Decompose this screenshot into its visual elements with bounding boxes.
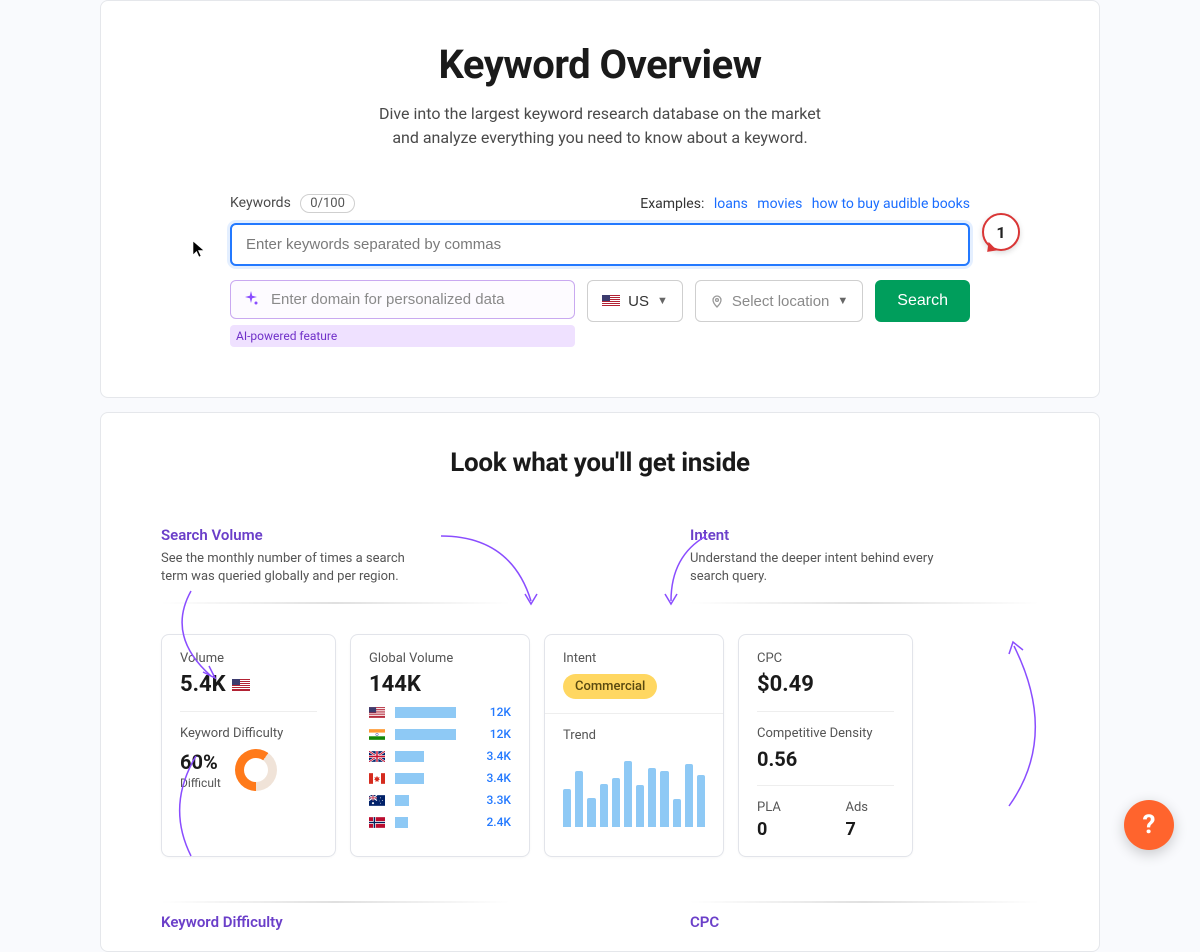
location-select[interactable]: Select location ▼ [695,280,863,322]
feature-cpc: CPC [690,885,1039,931]
trend-bar [636,785,644,827]
chevron-down-icon: ▼ [657,295,668,307]
trend-bar [600,784,608,827]
global-volume-row: 12K [369,727,511,741]
card-global-volume: Global Volume 144K 12K 12K 3.4K 3.4K 3.3… [350,634,530,857]
trend-bar [563,789,571,828]
trend-bar [685,764,693,827]
global-volume-row: 3.3K [369,793,511,807]
global-volume-row: 3.4K [369,749,511,763]
feature-keyword-difficulty: Keyword Difficulty [161,885,510,931]
card-intent: Intent Commercial Trend [544,634,724,857]
page-title: Keyword Overview [230,41,970,88]
in-flag-icon [369,729,385,740]
trend-bar [648,768,656,828]
examples-row: Examples: loans movies how to buy audibl… [640,196,970,212]
page-subtitle: Dive into the largest keyword research d… [230,102,970,150]
trend-bar [697,775,705,828]
ca-flag-icon [369,773,385,784]
feature-intent: Intent Understand the deeper intent behi… [690,526,1039,604]
example-link[interactable]: how to buy audible books [812,196,970,212]
global-volume-row: 12K [369,705,511,719]
keywords-input[interactable] [230,223,970,266]
us-flag-icon [232,679,250,691]
preview-panel: Look what you'll get inside Search Volum… [100,412,1100,952]
global-volume-row: 3.4K [369,771,511,785]
us-flag-icon [602,295,620,307]
au-flag-icon [369,795,385,806]
country-select[interactable]: US ▼ [587,280,683,322]
trend-bar [660,771,668,827]
no-flag-icon [369,817,385,828]
trend-bar [624,761,632,828]
chevron-down-icon: ▼ [837,295,848,307]
help-button[interactable]: ? [1124,800,1174,850]
preview-title: Look what you'll get inside [161,448,1039,478]
feature-search-volume: Search Volume See the monthly number of … [161,526,510,604]
keywords-counter: Keywords 0/100 [230,194,355,213]
global-volume-row: 2.4K [369,815,511,829]
hero-panel: Keyword Overview Dive into the largest k… [100,0,1100,398]
domain-field-wrap: AI-powered feature [230,280,575,347]
trend-bar [673,799,681,827]
location-pin-icon [710,294,724,308]
trend-bar [612,778,620,827]
gb-flag-icon [369,751,385,762]
example-link[interactable]: movies [757,196,802,212]
example-link[interactable]: loans [714,196,748,212]
trend-bar [587,798,595,827]
sparkle-icon [243,291,259,311]
card-cpc: CPC $0.49 Competitive Density 0.56 PLA 0… [738,634,913,857]
difficulty-donut-icon [235,749,277,791]
trend-bar [575,771,583,827]
intent-badge: Commercial [563,674,657,699]
search-button[interactable]: Search [875,280,970,322]
card-volume: Volume 5.4K Keyword Difficulty 60% Diffi… [161,634,336,857]
ai-feature-note: AI-powered feature [230,325,575,347]
callout-marker: 1 [982,213,1020,251]
trend-chart [563,757,705,827]
domain-input[interactable] [230,280,575,319]
us-flag-icon [369,707,385,718]
